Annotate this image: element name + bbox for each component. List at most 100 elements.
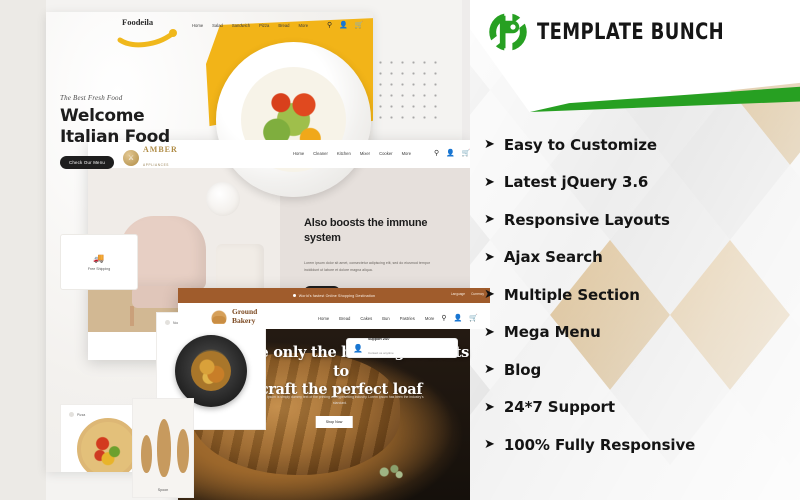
currency-selector[interactable]: Currency (471, 292, 484, 296)
cart-icon[interactable]: 🛒 (355, 21, 364, 29)
arrow-bullet-icon: ➤ (484, 136, 495, 152)
amber-nav-item[interactable]: Kitchen (337, 151, 351, 156)
bakery-nav[interactable]: Home Bread Cakes Bun Pastries More (318, 316, 434, 321)
amber-logo[interactable]: ⚔ AMBER APPLIANCES (123, 146, 178, 170)
amber-logo-name: AMBER (143, 145, 178, 154)
feature-item: ➤ 100% Fully Responsive (484, 426, 800, 464)
amber-nav-item[interactable]: More (402, 151, 412, 156)
feature-item-label: Latest jQuery 3.6 (503, 173, 649, 192)
arrow-bullet-icon: ➤ (484, 211, 495, 227)
spoon-small-image (141, 435, 152, 473)
amber-hero-subtitle: Lorem ipsum dolor sit amet, consectetur … (304, 261, 431, 272)
arrow-bullet-icon: ➤ (484, 286, 495, 302)
template-bunch-logo-text: TEMPLATE BUNCH (537, 19, 725, 45)
feature-item-label: 24*7 Support (503, 398, 615, 417)
feature-item: ➤ Easy to Customize (484, 126, 800, 164)
arrow-bullet-icon: ➤ (484, 323, 495, 339)
croissant-icon (210, 309, 228, 325)
bakery-nav-item[interactable]: More (425, 316, 435, 321)
cart-icon[interactable]: 🛒 (469, 314, 478, 322)
foodeila-header (46, 12, 373, 46)
feature-item: ➤ Ajax Search (484, 239, 800, 277)
foodeila-cta-button[interactable]: Check Our Menu (60, 156, 114, 170)
foodeila-title-line1: Welcome (60, 106, 145, 126)
foodeila-nav-item[interactable]: More (299, 23, 309, 28)
bakery-nav-item[interactable]: Cakes (360, 316, 372, 321)
bakery-announcement-text: World's fastest Online Shopping Destinat… (298, 293, 376, 298)
bakery-header-icons[interactable]: ⚲ 👤 🛒 (441, 314, 478, 322)
dot-grid-decoration (375, 57, 437, 127)
bakery-nav-item[interactable]: Home (318, 316, 329, 321)
amber-header-icons[interactable]: ⚲ 👤 🛒 (434, 149, 470, 157)
search-icon[interactable]: ⚲ (441, 314, 446, 322)
product-card-spoon[interactable]: Spoon (132, 398, 194, 498)
foodeila-header-icons[interactable]: ⚲ 👤 🛒 (327, 21, 364, 29)
arrow-bullet-icon: ➤ (484, 248, 495, 264)
feature-item-label: Ajax Search (503, 248, 603, 267)
feature-item-label: Responsive Layouts (503, 210, 670, 229)
foodeila-product-pizza-label: Pizza (77, 412, 86, 417)
chair-leg (130, 306, 134, 326)
spoon-card-label: Spoon (157, 488, 169, 492)
account-icon[interactable]: 👤 (339, 21, 348, 29)
noodle-bowl-image (175, 335, 247, 407)
amber-nav[interactable]: Home Cleaner Kitchen Mixer Cooker More (293, 151, 411, 156)
search-icon[interactable]: ⚲ (434, 149, 439, 157)
arrow-bullet-icon: ➤ (484, 398, 495, 414)
bakery-topbar-selectors[interactable]: Language Currency (451, 292, 484, 296)
cart-icon[interactable]: 🛒 (462, 149, 470, 157)
bakery-cta-button[interactable]: Shop Now (315, 416, 353, 428)
spoon-large-image (157, 419, 171, 477)
pizza-image (77, 417, 139, 472)
account-icon[interactable]: 👤 (446, 149, 455, 157)
herb-garnish (374, 461, 408, 483)
amber-hero-title: Also boosts the immune system (304, 217, 428, 244)
amber-logo-sub: APPLIANCES (143, 163, 170, 167)
bakery-nav-item[interactable]: Bun (382, 316, 389, 321)
feature-panel: TEMPLATE BUNCH ➤ Easy to Customize ➤ Latest… (470, 0, 800, 500)
bakery-brand-text: Ground Bakery (232, 307, 257, 325)
lamp-image (206, 182, 240, 216)
foodeila-nav[interactable]: Home Salad Sandwich Pizza Bread More (192, 23, 308, 28)
amber-support-title: Support 24/7 (367, 337, 390, 341)
foodeila-title: Welcome Italian Food (60, 106, 240, 147)
amber-nav-item[interactable]: Mixer (360, 151, 370, 156)
amber-nav-item[interactable]: Home (293, 151, 304, 156)
foodeila-nav-item[interactable]: Bread (278, 23, 289, 28)
foodeila-nav-item[interactable]: Sandwich (232, 23, 250, 28)
template-bunch-logo[interactable]: TEMPLATE BUNCH (488, 12, 730, 52)
foodeila-promo-card[interactable]: 🚚 Free Shipping (60, 234, 138, 290)
bakery-logo-line2: Bakery (232, 315, 256, 325)
foodeila-logo[interactable]: Foodeila (116, 17, 182, 48)
amber-brand-text: AMBER APPLIANCES (143, 146, 178, 170)
shipping-icon: 🚚 (93, 253, 105, 263)
foodeila-kicker: The Best Fresh Food (60, 94, 123, 102)
color-swatch-icon (69, 412, 74, 417)
arrow-bullet-icon: ➤ (484, 361, 495, 377)
arrow-bullet-icon: ➤ (484, 173, 495, 189)
foodeila-nav-item[interactable]: Pizza (259, 23, 269, 28)
foodeila-nav-item[interactable]: Home (192, 23, 203, 28)
feature-item: ➤ Blog (484, 351, 800, 389)
collage-left-column (0, 0, 46, 500)
amber-nav-item[interactable]: Cooker (379, 151, 393, 156)
amber-support-badge[interactable]: 👤 Support 24/7 Contact us anytime (346, 337, 458, 358)
template-preview-collage: Foodeila Home Salad Sandwich Pizza Bread… (0, 0, 490, 500)
support-agent-icon: 👤 (353, 343, 363, 353)
noodle-bowl-food (190, 350, 232, 392)
bakery-nav-item[interactable]: Bread (339, 316, 350, 321)
feature-item-label: Mega Menu (503, 323, 601, 342)
screenshot-stage: Foodeila Home Salad Sandwich Pizza Bread… (0, 0, 800, 500)
search-icon[interactable]: ⚲ (327, 21, 332, 29)
language-selector[interactable]: Language (451, 292, 465, 296)
bakery-nav-item[interactable]: Pastries (400, 316, 415, 321)
feature-item: ➤ Mega Menu (484, 314, 800, 352)
bakery-logo[interactable]: Ground Bakery (210, 307, 257, 325)
account-icon[interactable]: 👤 (454, 314, 463, 322)
amber-nav-item[interactable]: Cleaner (313, 151, 328, 156)
foodeila-nav-item[interactable]: Salad (212, 23, 223, 28)
feature-list: ➤ Easy to Customize ➤ Latest jQuery 3.6 ➤ Res… (484, 126, 800, 464)
arrow-bullet-icon: ➤ (484, 436, 495, 452)
foodeila-swoosh-icon (117, 29, 177, 48)
spoon-medium-image (177, 429, 189, 473)
